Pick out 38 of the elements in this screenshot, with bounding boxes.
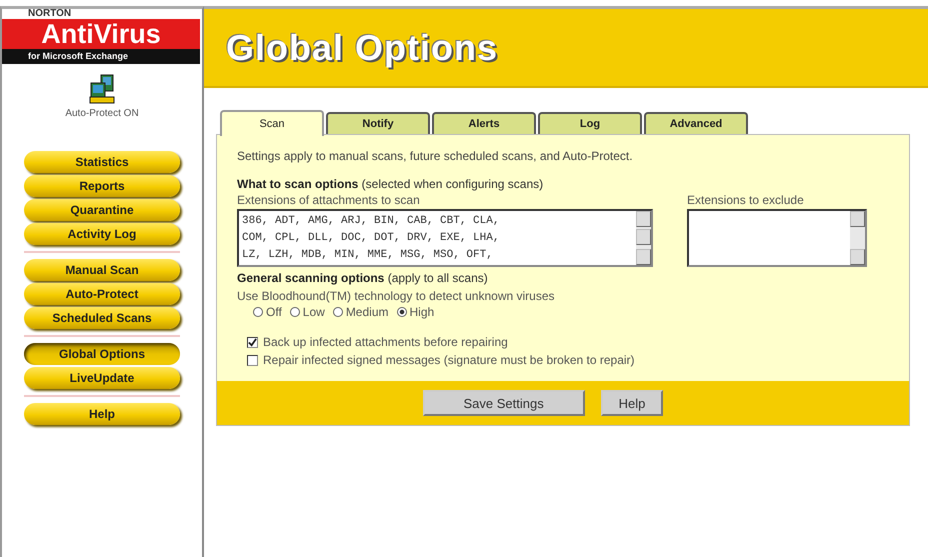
sidebar-item[interactable]: Auto-Protect xyxy=(24,283,180,305)
computer-icon xyxy=(89,74,115,104)
sidebar-item[interactable]: Reports xyxy=(24,175,180,197)
exclude-field[interactable] xyxy=(687,209,867,267)
tab[interactable]: Notify xyxy=(326,112,430,134)
sidebar-item[interactable]: Activity Log xyxy=(24,223,180,245)
checkbox-option[interactable]: Back up infected attachments before repairing xyxy=(247,335,891,349)
field-label: Extensions to exclude xyxy=(687,193,805,207)
section-heading: What to scan options (selected when configuring scans) xyxy=(237,177,544,191)
section-heading: General scanning options (apply to all scans) xyxy=(237,271,489,285)
tab[interactable]: Advanced xyxy=(644,112,748,134)
check-icon xyxy=(248,338,257,346)
radio-option[interactable]: Low xyxy=(290,305,325,319)
tab[interactable]: Log xyxy=(538,112,642,134)
edition-name: for Microsoft Exchange xyxy=(2,49,200,64)
sidebar-item[interactable]: Quarantine xyxy=(24,199,180,221)
sidebar-item[interactable]: Global Options xyxy=(24,343,180,365)
field-label: Extensions of attachments to scan xyxy=(237,193,421,207)
maker-name: NORTON xyxy=(27,9,72,19)
page-title: Global Options xyxy=(226,26,498,68)
radio-option[interactable]: High xyxy=(396,305,434,319)
radio-option[interactable]: Off xyxy=(253,305,282,319)
radio-option[interactable]: Medium xyxy=(332,305,388,319)
tab[interactable]: Alerts xyxy=(432,112,536,134)
sidebar-item[interactable]: LiveUpdate xyxy=(24,367,180,389)
intro-text: Settings apply to manual scans, future scheduled scans, and Auto-Protect. xyxy=(237,149,634,163)
help-button[interactable]: Help xyxy=(600,390,664,416)
option-label: Use Bloodhound(TM) technology to detect unknown viruses xyxy=(237,289,556,303)
sidebar-item[interactable]: Scheduled Scans xyxy=(24,307,180,329)
save-button[interactable]: Save Settings xyxy=(422,390,585,416)
extensions-field[interactable]: 386, ADT, AMG, ARJ, BIN, CAB, CBT, CLA, COM, CPL, DLL, DOC, DOT, DRV, EXE, LHA, LZ, LZH, MDB, MIN, MME, MSG, MSO, OFT, xyxy=(237,209,653,267)
sidebar-item[interactable]: Manual Scan xyxy=(24,259,180,281)
sidebar-item[interactable]: Help xyxy=(24,403,180,425)
status-text: Auto-Protect ON xyxy=(65,108,139,119)
tab[interactable]: Scan xyxy=(220,110,324,136)
product-name: AntiVirus xyxy=(2,19,200,49)
checkbox-option[interactable]: Repair infected signed messages (signature must be broken to repair) xyxy=(247,353,891,367)
sidebar-item[interactable]: Statistics xyxy=(24,151,180,173)
